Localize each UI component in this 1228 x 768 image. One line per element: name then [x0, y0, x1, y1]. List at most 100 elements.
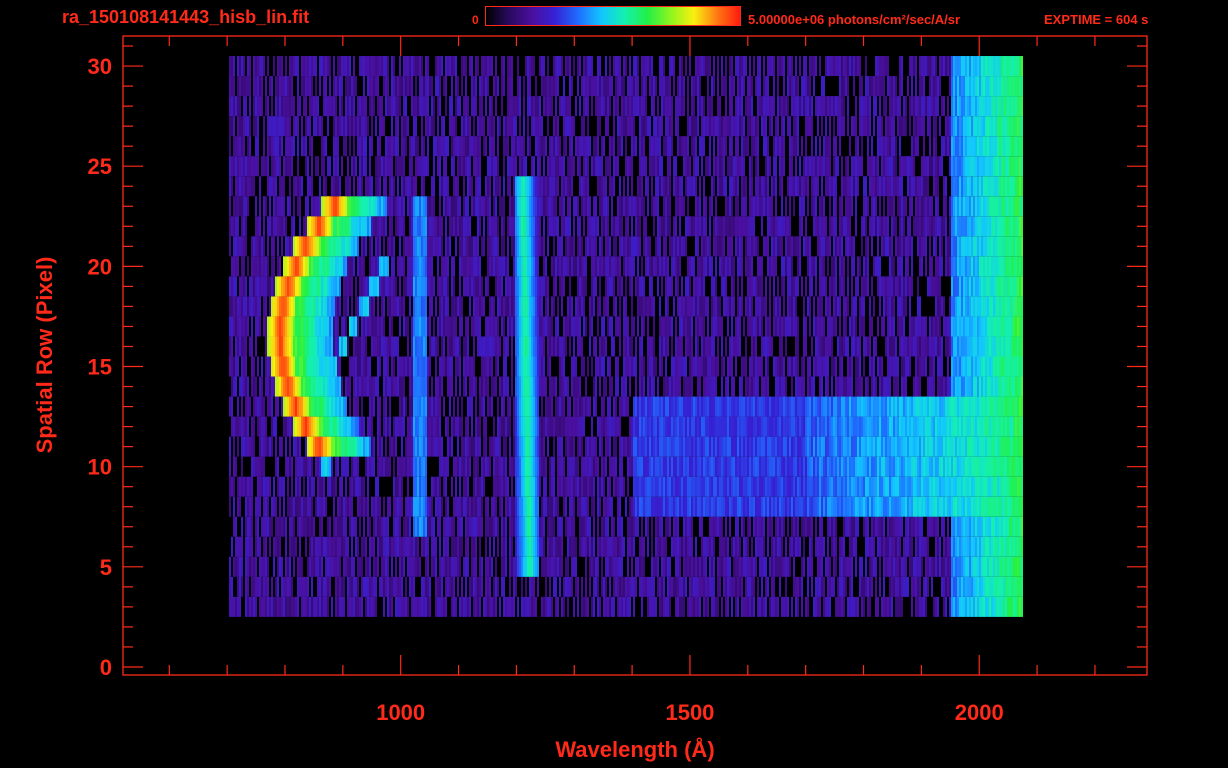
heatmap-cell	[831, 476, 833, 497]
heatmap-cell	[741, 456, 743, 477]
heatmap-cell	[433, 516, 435, 537]
heatmap-cell	[1019, 516, 1021, 537]
heatmap-cell	[441, 376, 443, 397]
heatmap-cell	[731, 336, 733, 357]
heatmap-cell	[947, 536, 949, 557]
heatmap-cell	[993, 516, 995, 537]
heatmap-cell	[369, 316, 371, 337]
heatmap-cell	[577, 316, 579, 337]
heatmap-cell	[397, 496, 399, 517]
heatmap-cell	[455, 376, 457, 397]
heatmap-cell	[737, 516, 739, 537]
heatmap-cell	[549, 556, 551, 577]
heatmap-cell	[839, 476, 841, 497]
heatmap-cell	[643, 496, 645, 517]
heatmap-cell	[741, 396, 743, 417]
heatmap-cell	[279, 376, 281, 397]
heatmap-cell	[501, 556, 503, 577]
heatmap-cell	[803, 516, 805, 537]
heatmap-cell	[355, 516, 357, 537]
heatmap-cell	[421, 496, 423, 517]
heatmap-cell	[1017, 596, 1019, 617]
heatmap-cell	[649, 336, 651, 357]
heatmap-cell	[527, 436, 529, 457]
heatmap-cell	[521, 516, 523, 537]
heatmap-cell	[917, 336, 919, 357]
heatmap-cell	[523, 336, 525, 357]
heatmap-cell	[951, 596, 953, 617]
heatmap-cell	[305, 316, 307, 337]
heatmap-cell	[339, 336, 341, 357]
heatmap-cell	[947, 416, 949, 437]
heatmap-cell	[821, 576, 823, 597]
heatmap-cell	[979, 476, 981, 497]
heatmap-cell	[809, 556, 811, 577]
heatmap-cell	[443, 456, 445, 477]
heatmap-cell	[367, 436, 369, 457]
heatmap-cell	[341, 316, 343, 337]
heatmap-cell	[229, 356, 231, 377]
heatmap-cell	[637, 456, 639, 477]
heatmap-cell	[933, 416, 935, 437]
heatmap-cell	[891, 596, 893, 617]
heatmap-cell	[401, 596, 403, 617]
heatmap-cell	[697, 356, 699, 377]
heatmap-cell	[813, 376, 815, 397]
heatmap-cell	[961, 416, 963, 437]
heatmap-cell	[743, 416, 745, 437]
heatmap-cell	[365, 496, 367, 517]
heatmap-cell	[385, 536, 387, 557]
heatmap-cell	[787, 476, 789, 497]
heatmap-cell	[843, 556, 845, 577]
heatmap-cell	[787, 316, 789, 337]
heatmap-cell	[717, 596, 719, 617]
heatmap-cell	[765, 376, 767, 397]
heatmap-cell	[619, 576, 621, 597]
heatmap-cell	[953, 516, 955, 537]
heatmap-cell	[871, 496, 873, 517]
heatmap-cell	[899, 396, 901, 417]
heatmap-cell	[569, 496, 571, 517]
heatmap-cell	[993, 536, 995, 557]
heatmap-cell	[385, 356, 387, 377]
heatmap-cell	[967, 556, 969, 577]
heatmap-cell	[413, 396, 415, 417]
heatmap-cell	[627, 436, 629, 457]
heatmap-cell	[469, 576, 471, 597]
heatmap-cell	[613, 476, 615, 497]
heatmap-cell	[493, 336, 495, 357]
heatmap-cell	[645, 396, 647, 417]
heatmap-cell	[881, 356, 883, 377]
heatmap-cell	[373, 536, 375, 557]
heatmap-cell	[391, 576, 393, 597]
heatmap-cell	[635, 556, 637, 577]
heatmap-cell	[507, 596, 509, 617]
heatmap-cell	[785, 476, 787, 497]
heatmap-cell	[329, 536, 331, 557]
heatmap-cell	[889, 376, 891, 397]
heatmap-cell	[813, 416, 815, 437]
heatmap-cell	[323, 496, 325, 517]
heatmap-cell	[325, 496, 327, 517]
heatmap-cell	[433, 416, 435, 437]
heatmap-cell	[655, 436, 657, 457]
heatmap-cell	[705, 456, 707, 477]
heatmap-cell	[839, 596, 841, 617]
heatmap-cell	[359, 496, 361, 517]
heatmap-cell	[759, 496, 761, 517]
heatmap-cell	[331, 476, 333, 497]
heatmap-cell	[767, 576, 769, 597]
heatmap-cell	[667, 316, 669, 337]
heatmap-cell	[305, 516, 307, 537]
heatmap-cell	[281, 376, 283, 397]
heatmap-cell	[311, 596, 313, 617]
heatmap-cell	[1017, 456, 1019, 477]
heatmap-cell	[709, 536, 711, 557]
heatmap-cell	[351, 596, 353, 617]
heatmap-cell	[453, 596, 455, 617]
heatmap-cell	[317, 336, 319, 357]
heatmap-cell	[349, 516, 351, 537]
heatmap-cell	[255, 396, 257, 417]
heatmap-cell	[953, 576, 955, 597]
heatmap-cell	[557, 536, 559, 557]
